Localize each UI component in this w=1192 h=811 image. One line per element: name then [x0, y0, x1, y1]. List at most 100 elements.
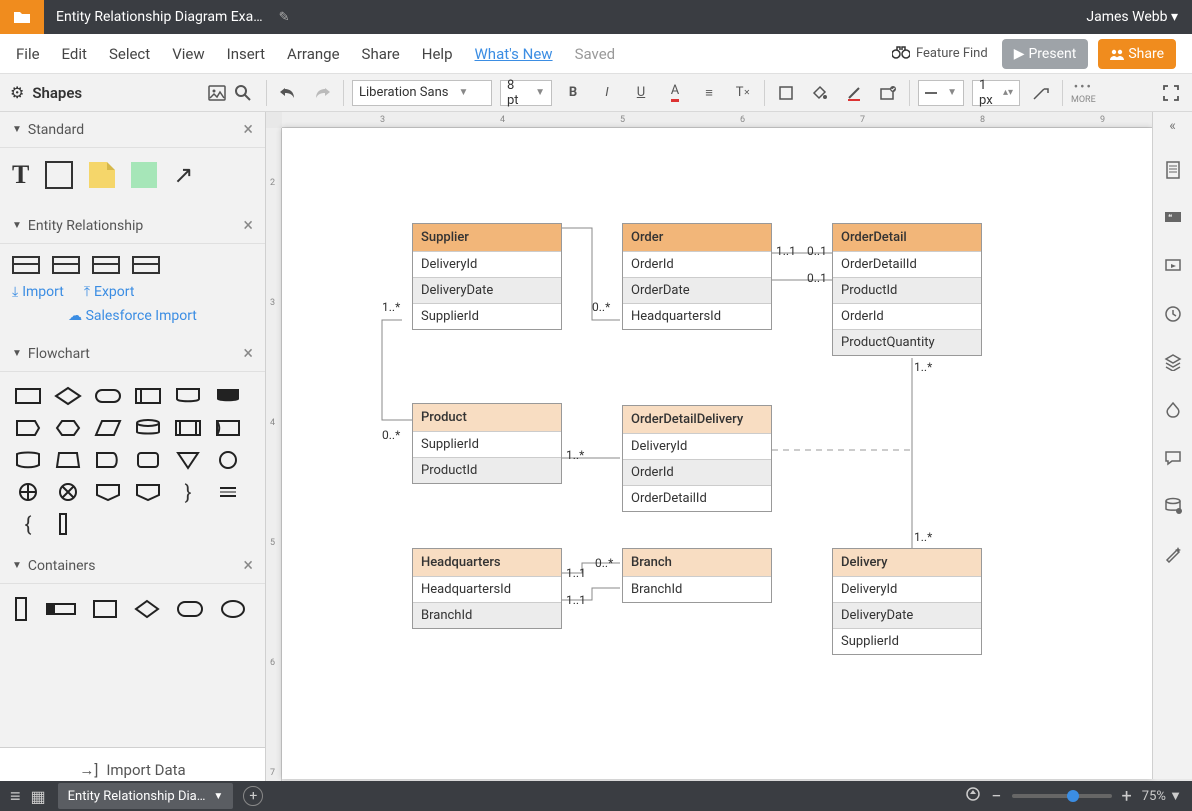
font-size-dropdown[interactable]: 8 pt▼: [500, 80, 552, 106]
entity-field[interactable]: ProductId: [413, 457, 561, 483]
menu-insert[interactable]: Insert: [227, 45, 265, 63]
entity-field[interactable]: OrderId: [623, 459, 771, 485]
flow-shape[interactable]: [12, 480, 44, 504]
menu-edit[interactable]: Edit: [62, 45, 87, 63]
panel-er-header[interactable]: ▼ Entity Relationship ×: [0, 208, 265, 244]
font-dropdown[interactable]: Liberation Sans▼: [352, 80, 492, 106]
entity-orderdetaildelivery[interactable]: OrderDetailDelivery DeliveryId OrderId O…: [622, 405, 772, 512]
flow-shape[interactable]: [52, 480, 84, 504]
export-link[interactable]: ⤒Export: [84, 284, 135, 300]
grid-view-icon[interactable]: ▦: [31, 787, 46, 806]
magic-icon[interactable]: [1161, 542, 1185, 566]
entity-field[interactable]: BranchId: [413, 602, 561, 628]
flow-shape[interactable]: [52, 512, 84, 536]
entity-field[interactable]: DeliveryId: [833, 576, 981, 602]
entity-field[interactable]: DeliveryDate: [413, 277, 561, 303]
entity-field[interactable]: SupplierId: [413, 431, 561, 457]
chat-icon[interactable]: [1161, 446, 1185, 470]
flow-shape[interactable]: [12, 416, 44, 440]
flow-shape[interactable]: [212, 416, 244, 440]
fullscreen-button[interactable]: [1158, 80, 1184, 106]
entity-field[interactable]: BranchId: [623, 576, 771, 602]
bold-button[interactable]: B: [560, 80, 586, 106]
folder-icon[interactable]: [0, 0, 44, 34]
entity-field[interactable]: DeliveryId: [623, 433, 771, 459]
text-color-button[interactable]: A: [662, 80, 688, 106]
container-shape[interactable]: [220, 599, 246, 619]
panel-containers-header[interactable]: ▼ Containers ×: [0, 548, 265, 584]
flow-shape[interactable]: }: [172, 480, 204, 504]
entity-field[interactable]: SupplierId: [833, 628, 981, 654]
fill-button[interactable]: [807, 80, 833, 106]
document-icon[interactable]: [1161, 158, 1185, 182]
flow-shape[interactable]: [12, 384, 44, 408]
entity-product[interactable]: Product SupplierId ProductId: [412, 403, 562, 484]
entity-field[interactable]: OrderId: [623, 251, 771, 277]
menu-help[interactable]: Help: [422, 45, 453, 63]
line-width-dropdown[interactable]: 1 px▴▾: [972, 80, 1020, 106]
list-view-icon[interactable]: ≡: [10, 786, 21, 807]
page-tab[interactable]: Entity Relationship Dia… ▼: [58, 783, 234, 809]
underline-button[interactable]: U: [628, 80, 654, 106]
flow-shape[interactable]: {: [12, 512, 44, 536]
panel-flowchart-header[interactable]: ▼ Flowchart ×: [0, 336, 265, 372]
italic-button[interactable]: I: [594, 80, 620, 106]
menu-whats-new[interactable]: What's New: [475, 45, 553, 63]
entity-field[interactable]: OrderDetailId: [833, 251, 981, 277]
flow-shape[interactable]: [52, 416, 84, 440]
shape-button[interactable]: [773, 80, 799, 106]
history-icon[interactable]: [1161, 302, 1185, 326]
align-button[interactable]: ≡: [696, 80, 722, 106]
flow-shape[interactable]: [172, 448, 204, 472]
flow-shape[interactable]: [212, 480, 244, 504]
feature-find[interactable]: Feature Find: [892, 45, 988, 63]
flow-shape[interactable]: [172, 384, 204, 408]
container-shape[interactable]: [176, 600, 204, 618]
entity-supplier[interactable]: Supplier DeliveryId DeliveryDate Supplie…: [412, 223, 562, 330]
entity-orderdetail[interactable]: OrderDetail OrderDetailId ProductId Orde…: [832, 223, 982, 356]
close-icon[interactable]: ×: [243, 555, 253, 576]
undo-button[interactable]: [275, 80, 301, 106]
close-icon[interactable]: ×: [243, 119, 253, 140]
flow-shape[interactable]: [132, 384, 164, 408]
entity-headquarters[interactable]: Headquarters HeadquartersId BranchId: [412, 548, 562, 629]
entity-field[interactable]: DeliveryId: [413, 251, 561, 277]
flow-shape[interactable]: [212, 448, 244, 472]
rectangle-shape[interactable]: [45, 161, 73, 189]
add-page-button[interactable]: +: [243, 786, 263, 806]
close-icon[interactable]: ×: [243, 215, 253, 236]
menu-arrange[interactable]: Arrange: [287, 45, 339, 63]
hotspot-shape[interactable]: [131, 162, 157, 188]
close-icon[interactable]: ×: [243, 343, 253, 364]
flow-shape[interactable]: [52, 448, 84, 472]
entity-delivery[interactable]: Delivery DeliveryId DeliveryDate Supplie…: [832, 548, 982, 655]
auto-zoom-button[interactable]: [965, 786, 981, 806]
user-menu[interactable]: James Webb ▾: [1072, 9, 1192, 25]
present-button[interactable]: ▶ Present: [1002, 39, 1089, 69]
zoom-level[interactable]: 75% ▼: [1142, 788, 1182, 804]
entity-field[interactable]: OrderId: [833, 303, 981, 329]
document-title[interactable]: Entity Relationship Diagram Exa…: [44, 9, 275, 25]
menu-file[interactable]: File: [16, 45, 40, 63]
flow-shape[interactable]: [172, 416, 204, 440]
more-button[interactable]: ••• MORE: [1071, 80, 1096, 105]
entity-field[interactable]: OrderDetailId: [623, 485, 771, 511]
er-shape-2[interactable]: [52, 256, 80, 274]
salesforce-import-link[interactable]: ☁ Salesforce Import: [12, 308, 253, 324]
er-shape-4[interactable]: [132, 256, 160, 274]
line-style-dropdown[interactable]: ▼: [918, 80, 964, 106]
entity-field[interactable]: HeadquartersId: [413, 576, 561, 602]
note-shape[interactable]: [89, 162, 115, 188]
layers-icon[interactable]: [1161, 350, 1185, 374]
arrow-shape[interactable]: ↗: [173, 161, 193, 189]
container-shape[interactable]: [92, 599, 118, 619]
flow-shape[interactable]: [132, 448, 164, 472]
entity-field[interactable]: ProductQuantity: [833, 329, 981, 355]
edit-title-icon[interactable]: ✎: [279, 10, 290, 25]
entity-order[interactable]: Order OrderId OrderDate HeadquartersId: [622, 223, 772, 330]
search-icon[interactable]: [230, 80, 256, 106]
flow-shape[interactable]: [92, 448, 124, 472]
panel-standard-header[interactable]: ▼ Standard ×: [0, 112, 265, 148]
container-shape[interactable]: [46, 600, 76, 618]
zoom-out-button[interactable]: −: [991, 786, 1001, 807]
